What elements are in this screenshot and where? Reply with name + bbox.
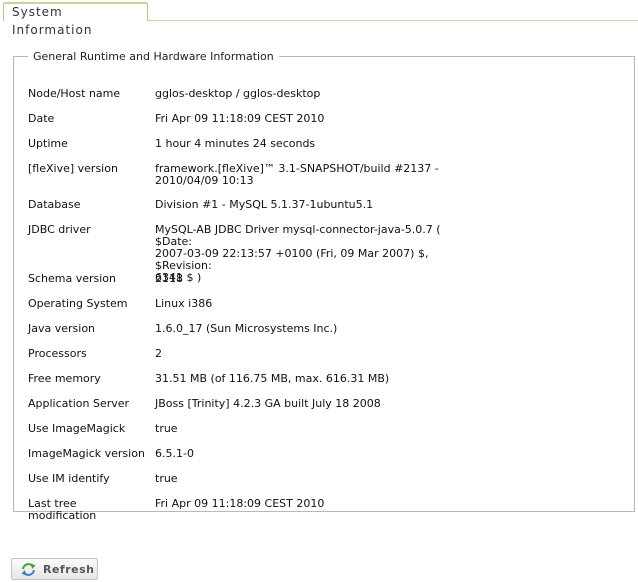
row-label: ImageMagick version (28, 447, 145, 460)
row-label: Use IM identify (28, 472, 110, 485)
tab-bar-divider (148, 20, 638, 21)
refresh-button-label: Refresh (43, 562, 95, 576)
refresh-icon (21, 562, 36, 576)
row-label: Schema version (28, 272, 117, 285)
row-label: Uptime (28, 137, 68, 150)
row-value: true (155, 422, 178, 435)
tab-label: System Information (12, 5, 93, 37)
row-value: 2118 (155, 272, 183, 285)
row-value: 1 hour 4 minutes 24 seconds (155, 137, 316, 150)
tab-bar: System Information (0, 0, 638, 37)
row-value: 2 (155, 347, 162, 360)
row-value: true (155, 472, 178, 485)
row-value: 1.6.0_17 (Sun Microsystems Inc.) (155, 322, 338, 335)
panel-legend: General Runtime and Hardware Information (33, 50, 274, 63)
row-label: Operating System (28, 297, 128, 310)
refresh-button[interactable]: Refresh (11, 558, 98, 580)
row-value: 6.5.1-0 (155, 447, 194, 460)
row-value: gglos-desktop / gglos-desktop (155, 87, 321, 100)
tab-system-information[interactable]: System Information (3, 2, 148, 37)
row-label: Last tree modification (28, 497, 97, 522)
row-label: Application Server (28, 397, 130, 410)
row-value: Division #1 - MySQL 5.1.37-1ubuntu5.1 (155, 198, 374, 211)
row-value: Linux i386 (155, 297, 213, 310)
row-label: Date (28, 112, 55, 125)
general-info-panel: General Runtime and Hardware Information… (13, 50, 635, 522)
row-value: framework.[fleXive]™ 3.1-SNAPSHOT/build … (155, 162, 439, 187)
row-value: 31.51 MB (of 116.75 MB, max. 616.31 MB) (155, 372, 390, 385)
row-label: Free memory (28, 372, 101, 385)
row-label: [fleXive] version (28, 162, 118, 175)
row-value: Fri Apr 09 11:18:09 CEST 2010 (155, 112, 325, 125)
row-label: Processors (28, 347, 87, 360)
row-label: Java version (28, 322, 96, 335)
row-value: JBoss [Trinity] 4.2.3 GA built July 18 2… (155, 397, 381, 410)
row-label: Database (28, 198, 81, 211)
row-label: JDBC driver (28, 223, 91, 236)
row-label: Use ImageMagick (28, 422, 126, 435)
row-value: Fri Apr 09 11:18:09 CEST 2010 (155, 497, 325, 510)
row-label: Node/Host name (28, 87, 121, 100)
